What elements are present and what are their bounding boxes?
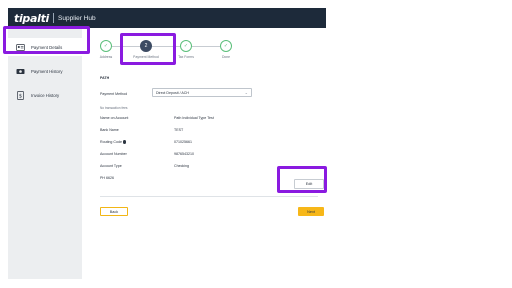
payment-method-select[interactable]: Direct Deposit / ACH ⌄	[152, 88, 252, 97]
sidebar-item-invoice-history[interactable]: $ Invoice History	[8, 86, 82, 104]
tipalti-logo: tipalti	[14, 11, 50, 25]
sidebar-item-label: Payment History	[31, 68, 63, 74]
info-icon[interactable]	[122, 140, 127, 144]
field-value: Checking	[174, 164, 189, 168]
field-value: TEST	[174, 128, 184, 132]
money-icon	[16, 67, 25, 76]
account-id: PH 6626	[100, 176, 114, 180]
highlight-box-step	[120, 33, 176, 65]
divider	[100, 196, 318, 197]
field-label: Account Number	[100, 152, 127, 156]
sidebar-item-label: Invoice History	[31, 92, 60, 98]
payment-method-label: Payment Method	[100, 92, 128, 96]
next-button[interactable]: Next	[298, 207, 324, 216]
highlight-box-sidebar	[3, 26, 90, 54]
step-address-icon[interactable]: ✓	[100, 40, 112, 52]
main-content: ✓ Address 2 Payment Method ✓ Tax Forms ✓…	[82, 28, 326, 279]
payment-method-value: Direct Deposit / ACH	[156, 90, 189, 95]
step-connector	[192, 46, 220, 47]
field-label: Account Type	[100, 164, 122, 168]
step-label: Done	[221, 55, 231, 59]
field-value: 071025661	[174, 140, 192, 144]
back-button[interactable]: Back	[100, 207, 128, 216]
step-tax-forms-icon[interactable]: ✓	[180, 40, 192, 52]
field-label: Name on Account	[100, 116, 129, 120]
field-value: Path Individual Type Test	[174, 116, 214, 120]
step-label: Address	[99, 55, 113, 59]
field-label: Routing Code	[100, 140, 122, 144]
field-label: Bank Name	[100, 128, 119, 132]
chevron-down-icon: ⌄	[244, 90, 248, 95]
fees-note: No transaction fees	[100, 106, 128, 110]
top-bar: tipalti Supplier Hub	[8, 8, 326, 28]
app-title: Supplier Hub	[58, 14, 96, 22]
svg-text:$: $	[19, 93, 22, 99]
field-value: 9876543210	[174, 152, 194, 156]
field-label-wrap: Routing Code	[100, 140, 154, 144]
logo-divider	[53, 13, 55, 23]
step-label: Tax Forms	[178, 55, 194, 59]
step-done-icon[interactable]: ✓	[220, 40, 232, 52]
sidebar-item-payment-history[interactable]: Payment History	[8, 62, 82, 80]
sidebar: Payment Details Payment History $ Invoic…	[8, 28, 82, 279]
invoice-dollar-icon: $	[16, 90, 25, 100]
highlight-box-edit	[277, 166, 327, 193]
section-title: PATH	[100, 76, 110, 80]
